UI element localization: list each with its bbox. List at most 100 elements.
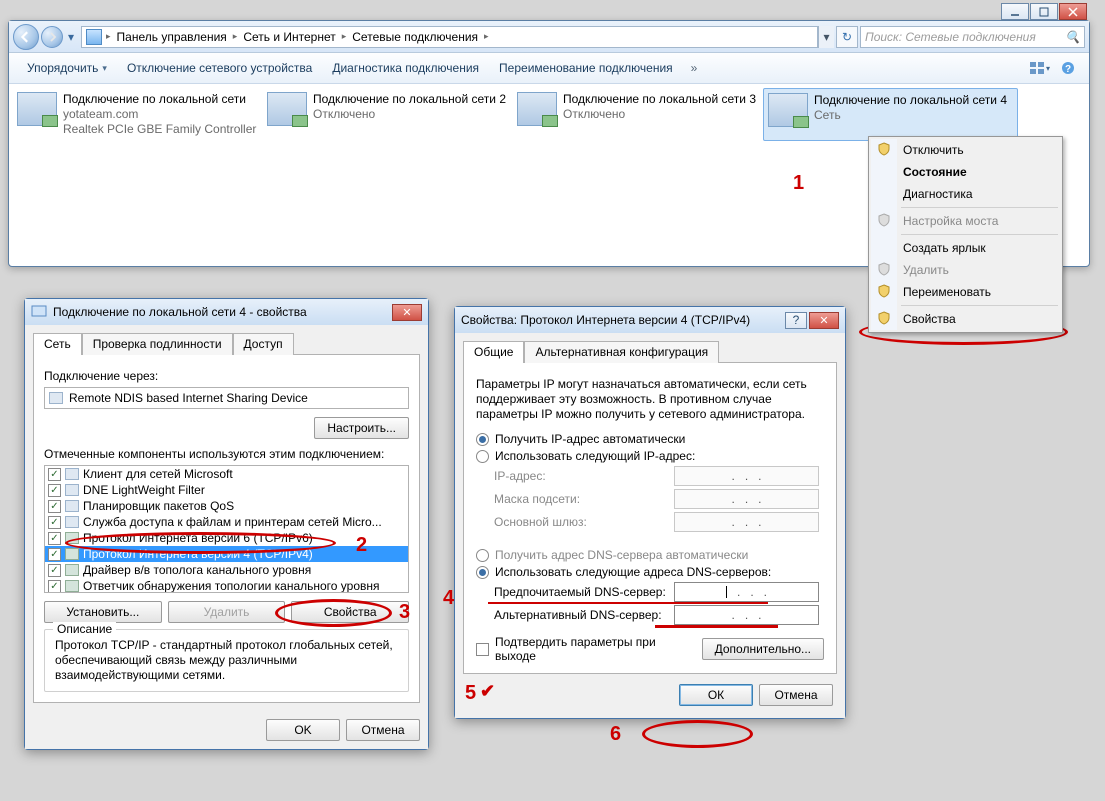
gateway-input: ...	[674, 512, 819, 532]
checkbox-icon[interactable]: ✓	[48, 580, 61, 593]
tab-alt-config[interactable]: Альтернативная конфигурация	[524, 341, 719, 363]
adapter-field: Remote NDIS based Internet Sharing Devic…	[44, 387, 409, 409]
ctx-status[interactable]: Состояние	[871, 161, 1060, 183]
connection-status: Отключено	[313, 107, 506, 122]
checkbox-icon[interactable]: ✓	[48, 468, 61, 481]
address-bar: ▾ ▸ Панель управления▸ Сеть и Интернет▸ …	[9, 21, 1089, 53]
radio-icon	[476, 549, 489, 562]
diagnose-button[interactable]: Диагностика подключения	[322, 57, 489, 79]
ctx-rename[interactable]: Переименовать	[871, 281, 1060, 303]
advanced-button[interactable]: Дополнительно...	[702, 638, 824, 660]
list-item[interactable]: ✓Ответчик обнаружения топологии канально…	[45, 578, 408, 593]
alternate-dns-input[interactable]: ...	[674, 605, 819, 625]
close-button[interactable]	[1059, 3, 1087, 20]
ctx-properties[interactable]: Свойства	[871, 308, 1060, 330]
close-button[interactable]: ✕	[809, 312, 839, 329]
ctx-disable[interactable]: Отключить	[871, 139, 1060, 161]
breadcrumb-item[interactable]: Панель управления	[111, 27, 233, 47]
ok-button[interactable]: OK	[266, 719, 340, 741]
radio-icon	[476, 433, 489, 446]
radio-icon	[476, 566, 489, 579]
connection-tile[interactable]: Подключение по локальной сети 3 Отключен…	[513, 88, 763, 141]
component-icon	[65, 500, 79, 512]
ctx-bridge[interactable]: Настройка моста	[871, 210, 1060, 232]
organize-menu[interactable]: Упорядочить	[17, 57, 117, 79]
properties-button[interactable]: Свойства	[291, 601, 409, 623]
list-item[interactable]: ✓Протокол Интернета версии 6 (TCP/IPv6)	[45, 530, 408, 546]
checkbox-icon[interactable]: ✓	[48, 500, 61, 513]
dialog-title: Свойства: Протокол Интернета версии 4 (T…	[461, 313, 750, 327]
subnet-mask-label: Маска подсети:	[494, 492, 674, 506]
cancel-button[interactable]: Отмена	[759, 684, 833, 706]
alternate-dns-label: Альтернативный DNS-сервер:	[494, 608, 674, 622]
help-button[interactable]: ?	[785, 312, 807, 329]
radio-manual-dns[interactable]: Использовать следующие адреса DNS-сервер…	[476, 565, 824, 579]
radio-auto-dns[interactable]: Получить адрес DNS-сервера автоматически	[476, 548, 824, 562]
ctx-diagnose[interactable]: Диагностика	[871, 183, 1060, 205]
ctx-shortcut[interactable]: Создать ярлык	[871, 237, 1060, 259]
breadcrumb-item[interactable]: Сеть и Интернет	[237, 27, 341, 47]
configure-button[interactable]: Настроить...	[314, 417, 409, 439]
back-button[interactable]	[13, 24, 39, 50]
tab-auth[interactable]: Проверка подлинности	[82, 333, 233, 355]
rename-connection-button[interactable]: Переименование подключения	[489, 57, 683, 79]
shield-icon	[877, 262, 891, 276]
ctx-delete[interactable]: Удалить	[871, 259, 1060, 281]
close-button[interactable]: ✕	[392, 304, 422, 321]
disable-device-button[interactable]: Отключение сетевого устройства	[117, 57, 322, 79]
connection-properties-dialog: Подключение по локальной сети 4 - свойст…	[24, 298, 429, 750]
annotation-label: 6	[610, 723, 621, 746]
network-adapter-icon	[17, 92, 57, 126]
description-legend: Описание	[53, 622, 116, 636]
list-item[interactable]: ✓Драйвер в/в тополога канального уровня	[45, 562, 408, 578]
tab-sharing[interactable]: Доступ	[233, 333, 294, 355]
protocol-icon	[65, 564, 79, 576]
list-item[interactable]: ✓Планировщик пакетов QoS	[45, 498, 408, 514]
protocol-icon	[65, 580, 79, 592]
search-input[interactable]: Поиск: Сетевые подключения 🔍	[860, 26, 1085, 48]
tab-general[interactable]: Общие	[463, 341, 524, 363]
list-item[interactable]: ✓DNE LightWeight Filter	[45, 482, 408, 498]
checkbox-icon[interactable]: ✓	[48, 564, 61, 577]
checkbox-icon[interactable]: ✓	[48, 484, 61, 497]
checkbox-icon[interactable]: ✓	[48, 548, 61, 561]
maximize-button[interactable]	[1030, 3, 1058, 20]
breadcrumb-dropdown[interactable]: ▾	[818, 26, 834, 48]
connection-status: Сеть	[814, 108, 1007, 123]
protocol-icon	[65, 532, 79, 544]
connection-tile-selected[interactable]: Подключение по локальной сети 4 Сеть	[763, 88, 1018, 141]
subnet-mask-input: ...	[674, 489, 819, 509]
list-item-selected[interactable]: ✓Протокол Интернета версии 4 (TCP/IPv4)	[45, 546, 408, 562]
connection-name: Подключение по локальной сети 2	[313, 92, 506, 107]
radio-manual-ip[interactable]: Использовать следующий IP-адрес:	[476, 449, 824, 463]
breadcrumb[interactable]: ▸ Панель управления▸ Сеть и Интернет▸ Се…	[81, 26, 818, 48]
list-item[interactable]: ✓Клиент для сетей Microsoft	[45, 466, 408, 482]
list-item[interactable]: ✓Служба доступа к файлам и принтерам сет…	[45, 514, 408, 530]
install-button[interactable]: Установить...	[44, 601, 162, 623]
forward-button[interactable]	[41, 26, 63, 48]
refresh-button[interactable]: ↻	[836, 26, 858, 48]
cancel-button[interactable]: Отмена	[346, 719, 420, 741]
nav-history-dropdown[interactable]: ▾	[65, 26, 77, 48]
tab-network[interactable]: Сеть	[33, 333, 82, 355]
help-button[interactable]: ?	[1055, 57, 1081, 79]
components-list[interactable]: ✓Клиент для сетей Microsoft ✓DNE LightWe…	[44, 465, 409, 593]
radio-auto-ip[interactable]: Получить IP-адрес автоматически	[476, 432, 824, 446]
connection-name: Подключение по локальной сети 4	[814, 93, 1007, 108]
ipv4-properties-dialog: Свойства: Протокол Интернета версии 4 (T…	[454, 306, 846, 719]
checkbox-icon[interactable]: ✓	[48, 516, 61, 529]
ok-button[interactable]: ОК	[679, 684, 753, 706]
shield-icon	[877, 284, 891, 298]
breadcrumb-item[interactable]: Сетевые подключения	[346, 27, 484, 47]
component-icon	[65, 468, 79, 480]
checkbox-icon[interactable]: ✓	[48, 532, 61, 545]
validate-checkbox[interactable]	[476, 643, 489, 656]
minimize-button[interactable]	[1001, 3, 1029, 20]
overflow-chevron-icon[interactable]: »	[683, 61, 706, 75]
view-mode-button[interactable]	[1027, 57, 1053, 79]
connection-tile[interactable]: Подключение по локальной сети 2 Отключен…	[263, 88, 513, 141]
remove-button: Удалить	[168, 601, 286, 623]
connection-tile[interactable]: Подключение по локальной сети yotateam.c…	[13, 88, 263, 141]
preferred-dns-input[interactable]: ...	[674, 582, 819, 602]
adapter-icon	[49, 392, 63, 404]
